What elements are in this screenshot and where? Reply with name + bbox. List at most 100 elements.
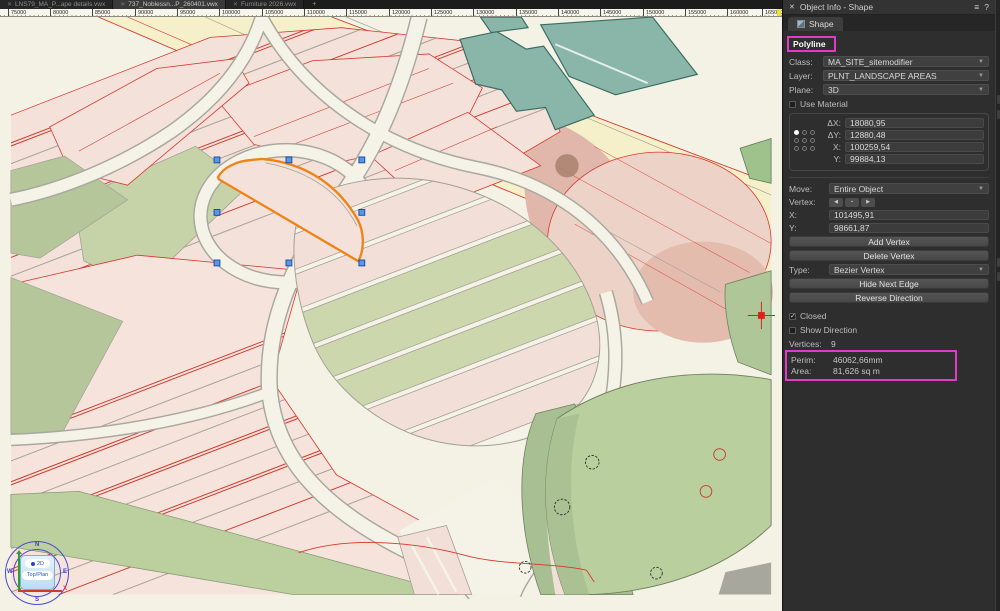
vertex-label: Vertex: — [789, 197, 829, 207]
ruler-tick: 80000 — [50, 9, 68, 17]
site-plan-drawing — [0, 17, 782, 611]
vertex-y-label: Y: — [789, 223, 829, 233]
perim-label: Perim: — [791, 355, 833, 365]
ruler-tick: 100000 — [219, 9, 240, 17]
reverse-direction-button[interactable]: Reverse Direction — [789, 292, 989, 303]
move-label: Move: — [789, 184, 829, 194]
view-name-badge[interactable]: Top/Plan — [22, 571, 53, 580]
document-tabbar: ✕ LNS79_MA_P...ape details.vwx ✕ 737_Nob… — [0, 0, 782, 9]
close-icon[interactable]: ✕ — [120, 1, 125, 8]
horizontal-ruler: 75000 80000 85000 90000 95000 100000 105… — [0, 9, 782, 17]
vertex-x-field[interactable]: 101495,91 — [829, 210, 989, 220]
close-icon[interactable]: ✕ — [789, 3, 795, 11]
vertex-type-value: Bezier Vertex — [834, 265, 978, 275]
compass-east[interactable]: E — [63, 569, 67, 575]
x-axis-indicator — [18, 590, 62, 592]
x-label: X: — [823, 142, 845, 152]
drawing-canvas[interactable]: N E S W X 2D Top/Plan — [0, 17, 782, 611]
coordinates-group: ΔX: 18080,95 ΔY: 12880,48 X: 100259,54 Y… — [789, 113, 989, 171]
vertex-prev-button[interactable]: ◀ — [829, 198, 843, 207]
ruler-tick: 140000 — [558, 9, 579, 17]
plane-value: 3D — [828, 85, 978, 95]
hide-next-edge-button[interactable]: Hide Next Edge — [789, 278, 989, 289]
vertex-mid-button[interactable]: ▪ — [845, 198, 859, 207]
delete-vertex-button[interactable]: Delete Vertex — [789, 250, 989, 261]
vertex-type-select[interactable]: Bezier Vertex ▼ — [829, 264, 989, 275]
ruler-tick: 85000 — [92, 9, 110, 17]
vertex-type-label: Type: — [789, 265, 829, 275]
y-field[interactable]: 99884,13 — [845, 154, 984, 164]
x-axis-label: X — [63, 586, 67, 592]
add-vertex-button[interactable]: Add Vertex — [789, 236, 989, 247]
closed-checkbox[interactable]: ✓ — [789, 313, 796, 320]
move-select[interactable]: Entire Object ▼ — [829, 183, 989, 194]
new-tab-button[interactable]: + — [304, 0, 324, 9]
move-value: Entire Object — [834, 184, 978, 194]
plane-select[interactable]: 3D ▼ — [823, 84, 989, 95]
object-type-label: Polyline — [787, 36, 836, 52]
doc-tab-label: LNS79_MA_P...ape details.vwx — [15, 1, 105, 8]
menu-icon[interactable]: ≡ — [974, 2, 979, 12]
reference-point-grid[interactable] — [794, 118, 818, 166]
compass-west[interactable]: W — [7, 569, 13, 575]
dx-label: ΔX: — [823, 118, 845, 128]
ruler-tick: 75000 — [8, 9, 26, 17]
vertices-value: 9 — [831, 339, 836, 349]
layer-value: PLNT_LANDSCAPE AREAS — [828, 71, 978, 81]
ruler-tick: 105000 — [262, 9, 283, 17]
view-mode-label: 2D — [37, 561, 44, 567]
vertex-y-field[interactable]: 98661,87 — [829, 223, 989, 233]
palette-tabstrip: Shape — [783, 15, 995, 31]
tab-shape[interactable]: Shape — [788, 17, 843, 31]
class-select[interactable]: MA_SITE_sitemodifier ▼ — [823, 56, 989, 67]
ruler-tick: 130000 — [473, 9, 494, 17]
dy-label: ΔY: — [823, 130, 845, 140]
dx-field[interactable]: 18080,95 — [845, 118, 984, 128]
help-icon[interactable]: ? — [984, 2, 989, 12]
use-material-checkbox[interactable] — [789, 101, 796, 108]
ruler-tick: 145000 — [600, 9, 621, 17]
palette-title: Object Info - Shape — [800, 2, 873, 12]
mode-dot-icon — [31, 562, 35, 566]
ruler-tick: 110000 — [304, 9, 325, 17]
close-icon[interactable]: ✕ — [233, 1, 238, 8]
ruler-tick: 125000 — [431, 9, 452, 17]
class-label: Class: — [789, 57, 823, 67]
ruler-tick: 160000 — [727, 9, 748, 17]
class-value: MA_SITE_sitemodifier — [828, 57, 978, 67]
docked-palette-sliver[interactable] — [995, 0, 1000, 611]
ruler-tick: 115000 — [346, 9, 367, 17]
vertex-next-button[interactable]: ▶ — [861, 198, 875, 207]
chevron-down-icon: ▼ — [978, 267, 984, 273]
chevron-down-icon: ▼ — [978, 186, 984, 192]
object-info-palette: ✕ Object Info - Shape ≡ ? Shape Polyline… — [782, 0, 995, 611]
tree-canopy — [555, 154, 578, 177]
dy-field[interactable]: 12880,48 — [845, 130, 984, 140]
layer-label: Layer: — [789, 71, 823, 81]
doc-tab-2[interactable]: ✕ 737_Noblessn...P_260401.vwx — [113, 0, 226, 9]
doc-tab-3[interactable]: ✕ Furniture 2026.vwx — [226, 0, 304, 9]
y-label: Y: — [823, 154, 845, 164]
closed-label: Closed — [800, 311, 826, 321]
ruler-cursor-marker — [777, 9, 781, 17]
x-field[interactable]: 100259,54 — [845, 142, 984, 152]
ruler-tick: 135000 — [516, 9, 537, 17]
layer-select[interactable]: PLNT_LANDSCAPE AREAS ▼ — [823, 70, 989, 81]
tab-shape-label: Shape — [809, 19, 834, 29]
palette-header: ✕ Object Info - Shape ≡ ? — [783, 0, 995, 15]
area-label: Area: — [791, 366, 833, 376]
compass-north[interactable]: N — [35, 542, 39, 548]
show-direction-label: Show Direction — [800, 325, 857, 335]
chevron-down-icon: ▼ — [978, 73, 984, 79]
compass-south[interactable]: S — [35, 597, 39, 603]
view-mode-badge[interactable]: 2D — [25, 559, 50, 568]
vertex-x-label: X: — [789, 210, 829, 220]
doc-tab-1[interactable]: ✕ LNS79_MA_P...ape details.vwx — [0, 0, 113, 9]
use-material-label: Use Material — [800, 99, 848, 109]
chevron-down-icon: ▼ — [978, 87, 984, 93]
ruler-tick: 95000 — [177, 9, 195, 17]
view-compass[interactable]: N E S W X 2D Top/Plan — [5, 541, 71, 607]
close-icon[interactable]: ✕ — [7, 1, 12, 8]
show-direction-checkbox[interactable] — [789, 327, 796, 334]
y-axis-indicator — [18, 553, 20, 591]
